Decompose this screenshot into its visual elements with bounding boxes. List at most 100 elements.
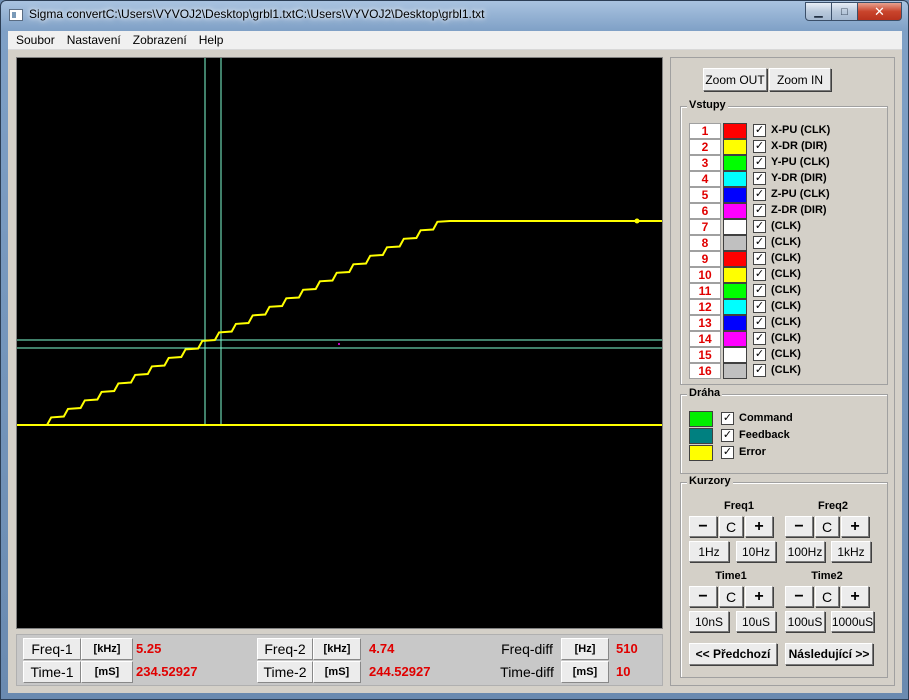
title-bar[interactable]: Sigma convertC:\Users\VYVOJ2\Desktop\grb… <box>1 1 908 29</box>
maximize-icon: □ <box>841 5 848 18</box>
input-color-swatch[interactable] <box>723 283 747 299</box>
input-checkbox[interactable]: ✓ <box>753 252 766 265</box>
input-color-swatch[interactable] <box>723 347 747 363</box>
input-checkbox[interactable]: ✓ <box>753 300 766 313</box>
menu-help[interactable]: Help <box>193 33 230 47</box>
time1-step-10ns[interactable]: 10nS <box>689 611 729 632</box>
time2-minus-button[interactable]: − <box>785 586 813 607</box>
freq1-center-button[interactable]: C <box>719 516 743 537</box>
freq2-step-100hz[interactable]: 100Hz <box>785 541 825 562</box>
freq2-step-1khz[interactable]: 1kHz <box>831 541 871 562</box>
input-color-swatch[interactable] <box>723 267 747 283</box>
input-number[interactable]: 9 <box>689 251 721 267</box>
input-color-swatch[interactable] <box>723 219 747 235</box>
time2-plus-button[interactable]: + <box>841 586 869 607</box>
freq1-step-10hz[interactable]: 10Hz <box>736 541 776 562</box>
freq1-minus-button[interactable]: − <box>689 516 717 537</box>
input-number[interactable]: 7 <box>689 219 721 235</box>
input-number[interactable]: 16 <box>689 363 721 379</box>
input-checkbox[interactable]: ✓ <box>753 124 766 137</box>
maximize-button[interactable]: □ <box>832 2 858 21</box>
freq2-minus-button[interactable]: − <box>785 516 813 537</box>
input-number[interactable]: 3 <box>689 155 721 171</box>
time2-center-button[interactable]: C <box>815 586 839 607</box>
freq2-center-button[interactable]: C <box>815 516 839 537</box>
input-color-swatch[interactable] <box>723 331 747 347</box>
input-checkbox[interactable]: ✓ <box>753 204 766 217</box>
input-row: 15 ✓ (CLK) <box>689 347 879 363</box>
input-checkbox[interactable]: ✓ <box>753 364 766 377</box>
input-number[interactable]: 5 <box>689 187 721 203</box>
input-color-swatch[interactable] <box>723 315 747 331</box>
input-checkbox[interactable]: ✓ <box>753 220 766 233</box>
input-checkbox[interactable]: ✓ <box>753 140 766 153</box>
previous-button[interactable]: << Předchozí <box>689 643 777 665</box>
input-name: Z-PU (CLK) <box>771 188 830 200</box>
input-color-swatch[interactable] <box>723 155 747 171</box>
zoom-in-button[interactable]: Zoom IN <box>769 68 831 91</box>
input-number[interactable]: 1 <box>689 123 721 139</box>
input-color-swatch[interactable] <box>723 251 747 267</box>
path-row: ✓ Feedback <box>689 428 879 444</box>
input-checkbox[interactable]: ✓ <box>753 284 766 297</box>
input-checkbox[interactable]: ✓ <box>753 332 766 345</box>
time1-minus-button[interactable]: − <box>689 586 717 607</box>
signal-plot[interactable] <box>16 57 663 629</box>
time1-center-button[interactable]: C <box>719 586 743 607</box>
input-checkbox[interactable]: ✓ <box>753 188 766 201</box>
menu-zobrazeni[interactable]: Zobrazení <box>127 33 193 47</box>
input-color-swatch[interactable] <box>723 203 747 219</box>
path-checkbox[interactable]: ✓ <box>721 429 734 442</box>
input-row: 1 ✓ X-PU (CLK) <box>689 123 879 139</box>
input-number[interactable]: 12 <box>689 299 721 315</box>
input-color-swatch[interactable] <box>723 235 747 251</box>
minimize-button[interactable]: ▁ <box>805 2 832 21</box>
input-number[interactable]: 2 <box>689 139 721 155</box>
input-checkbox[interactable]: ✓ <box>753 172 766 185</box>
cursors-group: Kurzory Freq1 − C + 1Hz 10Hz Freq2 − C +… <box>680 475 888 678</box>
time1-plus-button[interactable]: + <box>745 586 773 607</box>
freq2-plus-button[interactable]: + <box>841 516 869 537</box>
path-color-swatch[interactable] <box>689 428 713 444</box>
input-checkbox[interactable]: ✓ <box>753 348 766 361</box>
input-color-swatch[interactable] <box>723 299 747 315</box>
input-number[interactable]: 10 <box>689 267 721 283</box>
freq1-plus-button[interactable]: + <box>745 516 773 537</box>
path-color-swatch[interactable] <box>689 411 713 427</box>
input-number[interactable]: 8 <box>689 235 721 251</box>
close-icon: ✕ <box>874 3 885 19</box>
input-number[interactable]: 4 <box>689 171 721 187</box>
input-number[interactable]: 14 <box>689 331 721 347</box>
input-color-swatch[interactable] <box>723 171 747 187</box>
close-button[interactable]: ✕ <box>858 2 902 21</box>
signal-plot-canvas[interactable] <box>17 58 662 628</box>
input-number[interactable]: 13 <box>689 315 721 331</box>
input-checkbox[interactable]: ✓ <box>753 236 766 249</box>
input-number[interactable]: 15 <box>689 347 721 363</box>
freq2-value: 4.74 <box>369 641 395 656</box>
path-checkbox[interactable]: ✓ <box>721 446 734 459</box>
input-name: (CLK) <box>771 236 801 248</box>
input-color-swatch[interactable] <box>723 139 747 155</box>
input-color-swatch[interactable] <box>723 363 747 379</box>
input-checkbox[interactable]: ✓ <box>753 156 766 169</box>
next-button[interactable]: Následující >> <box>785 643 873 665</box>
input-color-swatch[interactable] <box>723 187 747 203</box>
menu-nastaveni[interactable]: Nastavení <box>61 33 127 47</box>
input-number[interactable]: 6 <box>689 203 721 219</box>
path-color-swatch[interactable] <box>689 445 713 461</box>
input-color-swatch[interactable] <box>723 123 747 139</box>
time2-cursor-title: Time2 <box>811 570 843 582</box>
input-row: 11 ✓ (CLK) <box>689 283 879 299</box>
time2-step-1000us[interactable]: 1000uS <box>831 611 874 632</box>
input-checkbox[interactable]: ✓ <box>753 316 766 329</box>
menu-soubor[interactable]: Soubor <box>10 33 61 47</box>
freq1-step-1hz[interactable]: 1Hz <box>689 541 729 562</box>
path-checkbox[interactable]: ✓ <box>721 412 734 425</box>
time2-step-100us[interactable]: 100uS <box>785 611 825 632</box>
zoom-out-button[interactable]: Zoom OUT <box>703 68 767 91</box>
input-checkbox[interactable]: ✓ <box>753 268 766 281</box>
input-number[interactable]: 11 <box>689 283 721 299</box>
freq1-unit: [kHz] <box>81 638 133 660</box>
time1-step-10us[interactable]: 10uS <box>736 611 776 632</box>
